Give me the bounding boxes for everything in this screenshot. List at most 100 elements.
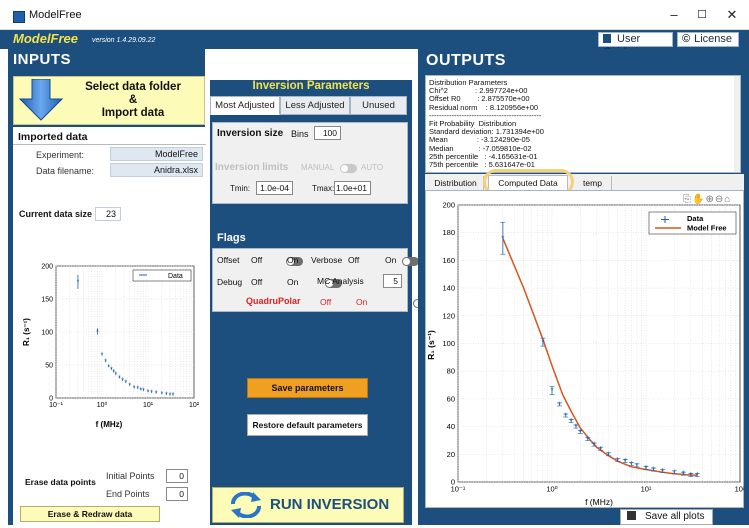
data-point: * bbox=[124, 380, 127, 387]
y-tick-label: 150 bbox=[41, 297, 53, 304]
data-filename-value: Anidra.xlsx bbox=[110, 163, 203, 177]
x-tick-label: 10² bbox=[189, 402, 200, 409]
debug-off-label: Off bbox=[251, 277, 263, 287]
data-point: * bbox=[77, 279, 80, 286]
initial-points-input[interactable]: 0 bbox=[166, 469, 188, 483]
x-tick-label: 10⁰ bbox=[97, 401, 108, 409]
data-point: * bbox=[101, 352, 104, 359]
distribution-parameters-output: Distribution Parameters Chi^2 : 2.997724… bbox=[425, 75, 741, 173]
limits-toggle[interactable] bbox=[340, 164, 357, 174]
y-tick-label: 120 bbox=[442, 311, 455, 320]
y-tick-label: 60 bbox=[447, 394, 455, 403]
license-button[interactable]: © License bbox=[677, 32, 739, 47]
output-scrollbar[interactable] bbox=[734, 76, 740, 172]
book-icon bbox=[603, 34, 611, 43]
tmax-label: Tmax: bbox=[312, 184, 335, 193]
x-tick-label: 10⁰ bbox=[546, 485, 557, 494]
imported-data-heading: Imported data bbox=[18, 131, 88, 143]
y-tick-label: 40 bbox=[447, 422, 455, 431]
y-tick-label: 200 bbox=[442, 201, 455, 210]
data-point: * bbox=[501, 234, 504, 243]
data-point: * bbox=[624, 457, 627, 466]
data-point: * bbox=[599, 445, 602, 454]
down-arrow-icon bbox=[19, 79, 63, 121]
offset-label: Offset bbox=[217, 255, 240, 265]
x-tick-label: 10⁻¹ bbox=[451, 485, 466, 494]
x-tick-label: 10² bbox=[735, 485, 744, 494]
bins-input[interactable]: 100 bbox=[314, 126, 341, 140]
app-icon bbox=[13, 11, 25, 23]
y-tick-label: 160 bbox=[442, 256, 455, 265]
data-point: * bbox=[114, 372, 117, 379]
manual-label: MANUAL bbox=[301, 163, 335, 172]
debug-label: Debug bbox=[217, 277, 243, 287]
mc-analysis-input[interactable]: 5 bbox=[383, 274, 402, 288]
x-axis-label: f (MHz) bbox=[585, 497, 613, 507]
data-point: * bbox=[635, 461, 638, 470]
flags-title: Flags bbox=[217, 232, 246, 244]
verbose-toggle[interactable] bbox=[402, 257, 420, 267]
tab-unused[interactable]: Unused bbox=[350, 96, 407, 115]
user-guide-button[interactable]: User Guide bbox=[598, 32, 673, 58]
data-filename-label: Data filename: bbox=[36, 166, 95, 176]
data-point: * bbox=[644, 464, 647, 473]
data-point: * bbox=[689, 471, 692, 480]
data-point: * bbox=[652, 466, 655, 475]
tab-most-adjusted[interactable]: Most Adjusted bbox=[210, 96, 280, 115]
minimize-button[interactable]: – bbox=[660, 5, 688, 25]
app-name: ModelFree bbox=[13, 31, 79, 46]
data-point: * bbox=[673, 468, 676, 477]
tmax-input[interactable]: 1.0e+01 bbox=[334, 181, 371, 195]
input-data-chart: 05010015020010⁻¹ 10⁰ 10¹ 10² ***** * * * * * * * * *… bbox=[22, 264, 200, 430]
quadrupolar-on-label: On bbox=[356, 297, 368, 307]
tab-temp[interactable]: temp bbox=[574, 176, 612, 191]
current-data-size-label: Current data size bbox=[19, 209, 93, 219]
erase-data-points-label: Erase data points bbox=[25, 477, 96, 487]
data-point: * bbox=[696, 471, 699, 480]
divider bbox=[13, 144, 206, 145]
debug-on-label: On bbox=[287, 277, 299, 287]
save-parameters-button[interactable]: Save parameters bbox=[247, 378, 368, 398]
bins-label: Bins bbox=[291, 129, 309, 139]
x-tick-label: 10¹ bbox=[143, 402, 154, 409]
current-data-size-value: 23 bbox=[95, 207, 121, 221]
outputs-title: OUTPUTS bbox=[426, 52, 506, 69]
data-point: * bbox=[128, 382, 131, 389]
legend-data-label: Data bbox=[687, 214, 704, 223]
maximize-button[interactable]: ☐ bbox=[688, 5, 716, 25]
erase-redraw-button[interactable]: Erase & Redraw data bbox=[20, 506, 160, 522]
close-button[interactable]: ✕ bbox=[718, 5, 746, 25]
run-inversion-label: RUN INVERSION bbox=[270, 496, 390, 513]
y-tick-label: 140 bbox=[442, 284, 455, 293]
y-tick-label: 20 bbox=[447, 450, 455, 459]
y-axis-label: R₁ (s⁻¹) bbox=[426, 330, 436, 360]
save-all-plots-button[interactable]: Save all plots bbox=[620, 509, 713, 525]
y-tick-label: 80 bbox=[447, 367, 455, 376]
tab-distribution[interactable]: Distribution bbox=[428, 176, 484, 191]
x-axis-label: f (MHz) bbox=[96, 420, 123, 429]
legend-fit-label: Model Free bbox=[687, 224, 727, 233]
refresh-icon bbox=[231, 492, 261, 518]
end-points-label: End Points bbox=[106, 489, 150, 499]
inversion-parameters-title: Inversion Parameters bbox=[252, 80, 370, 92]
y-tick-label: 100 bbox=[442, 339, 455, 348]
data-point: * bbox=[155, 390, 158, 397]
verbose-on-label: On bbox=[385, 255, 397, 265]
x-tick-label: 10¹ bbox=[641, 485, 652, 494]
quadrupolar-label: QuadruPolar bbox=[246, 296, 301, 306]
auto-label: AUTO bbox=[361, 163, 384, 172]
tmin-input[interactable]: 1.0e-04 bbox=[256, 181, 293, 195]
experiment-label: Experiment: bbox=[36, 150, 85, 160]
inversion-limits-label: Inversion limits bbox=[215, 162, 289, 173]
data-point: * bbox=[550, 387, 553, 396]
tab-less-adjusted[interactable]: Less Adjusted bbox=[280, 96, 350, 115]
inversion-size-label: Inversion size bbox=[217, 128, 284, 139]
y-tick-label: 50 bbox=[45, 363, 53, 370]
end-points-input[interactable]: 0 bbox=[166, 487, 188, 501]
app-version: version 1.4.29.09.22 bbox=[92, 37, 156, 44]
data-point: * bbox=[579, 428, 582, 437]
initial-points-label: Initial Points bbox=[106, 471, 155, 481]
restore-defaults-button[interactable]: Restore default parameters bbox=[247, 414, 368, 436]
inputs-title: INPUTS bbox=[13, 51, 72, 68]
data-point: * bbox=[564, 412, 567, 421]
